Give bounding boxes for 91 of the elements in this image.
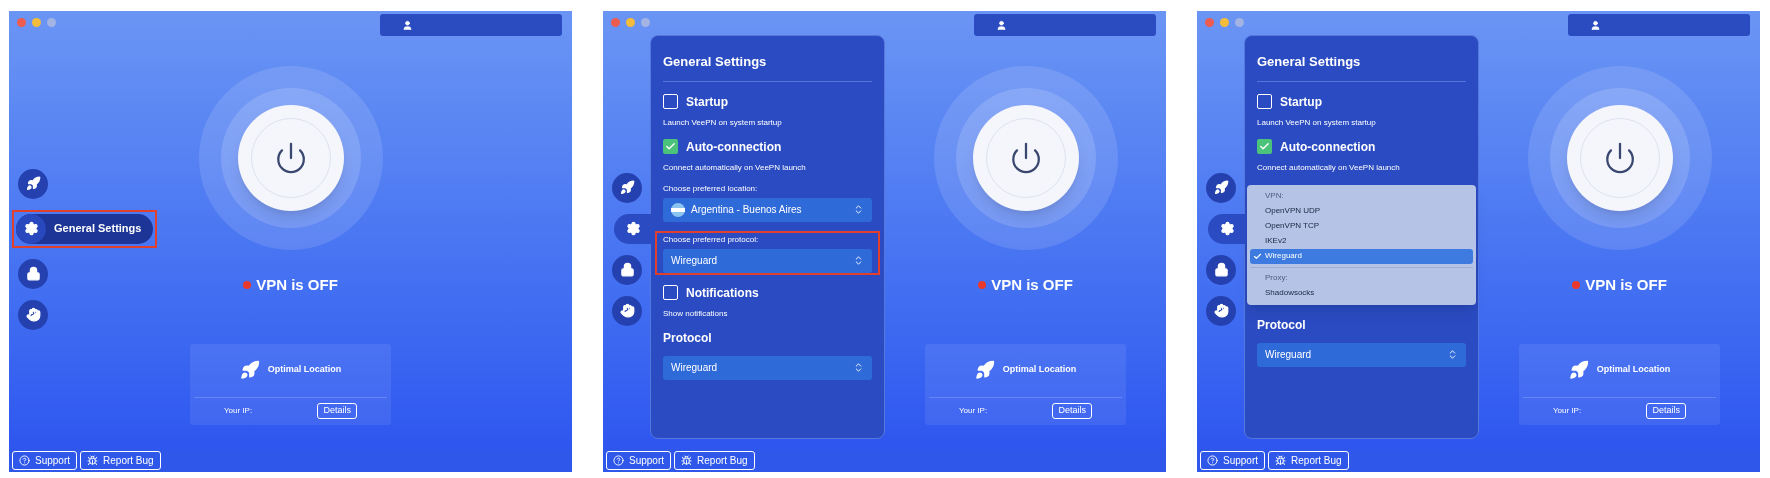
vpn-status: VPN is OFF: [256, 275, 338, 295]
chevron-icon: [1447, 349, 1458, 360]
rocket-icon: [239, 360, 260, 380]
details-button[interactable]: Details: [1052, 403, 1092, 419]
setting-description: Connect automatically on VeePN launch: [1257, 161, 1401, 174]
setting-description: Launch VeePN on system startup: [663, 116, 783, 129]
footer-button[interactable]: Support: [1200, 451, 1266, 470]
help-icon: [1207, 455, 1218, 466]
footer-button[interactable]: Report Bug: [674, 451, 755, 470]
user-icon: [402, 19, 413, 31]
chevron-icon: [853, 362, 864, 373]
vpn-status: VPN is OFF: [1585, 275, 1667, 295]
footer-button[interactable]: Report Bug: [1268, 451, 1349, 470]
flag-icon: [671, 202, 685, 217]
location-title: Optimal Location: [1596, 363, 1671, 377]
menu-group-header: VPN:: [1264, 190, 1285, 202]
menu-option[interactable]: IKEv2: [1250, 233, 1473, 249]
help-icon: [19, 455, 30, 466]
panel-title: General Settings: [1257, 53, 1362, 71]
setting-description: Show notifications: [663, 307, 729, 320]
sidebar-item[interactable]: [1208, 213, 1246, 244]
rocket-icon: [1568, 360, 1589, 380]
setting-description: Launch VeePN on system startup: [1257, 116, 1377, 129]
section-heading: Protocol: [1257, 316, 1307, 334]
select-field[interactable]: Wireguard: [663, 355, 872, 380]
sidebar-item[interactable]: [612, 295, 642, 326]
sidebar-item[interactable]: General Settings: [16, 213, 154, 244]
select-field[interactable]: Argentina - Buenos Aires: [663, 197, 872, 222]
vpn-status: VPN is OFF: [991, 275, 1073, 295]
sidebar-item[interactable]: [18, 299, 48, 330]
user-icon: [996, 19, 1007, 31]
sidebar-item[interactable]: [18, 258, 48, 289]
panel-title: General Settings: [663, 53, 768, 71]
check-icon: [665, 141, 676, 152]
menu-option[interactable]: OpenVPN TCP: [1250, 218, 1473, 234]
checkbox-label: Startup: [686, 93, 728, 111]
chevron-icon: [853, 255, 864, 266]
ip-label: Your IP:: [1553, 405, 1582, 417]
footer-button[interactable]: Report Bug: [80, 451, 161, 470]
check-icon: [1253, 251, 1262, 261]
user-icon: [1590, 19, 1601, 31]
section-heading: Protocol: [663, 329, 713, 347]
details-button[interactable]: Details: [1646, 403, 1686, 419]
select-field[interactable]: Wireguard: [663, 248, 872, 273]
rocket-icon: [1213, 180, 1229, 195]
location-title: Optimal Location: [1002, 363, 1077, 377]
sidebar-item[interactable]: [18, 168, 48, 199]
ip-label: Your IP:: [959, 405, 988, 417]
checkbox[interactable]: [1257, 139, 1272, 154]
check-icon: [1259, 141, 1270, 152]
select-field[interactable]: Wireguard: [1257, 342, 1466, 367]
lock-icon: [1213, 262, 1229, 277]
sidebar-item[interactable]: [1206, 295, 1236, 326]
settings-icon: [23, 221, 39, 236]
menu-option[interactable]: OpenVPN UDP: [1250, 203, 1473, 219]
lock-icon: [619, 262, 635, 277]
ip-label: Your IP:: [224, 405, 253, 417]
field-label: Choose preferred protocol:: [663, 233, 760, 246]
checkbox[interactable]: [1257, 94, 1272, 109]
sidebar-item[interactable]: [1206, 172, 1236, 203]
rocket-icon: [619, 180, 635, 195]
rocket-icon: [25, 176, 41, 191]
chevron-icon: [853, 204, 864, 215]
sidebar-item[interactable]: [614, 213, 652, 244]
help-icon: [613, 455, 624, 466]
setting-description: Connect automatically on VeePN launch: [663, 161, 807, 174]
checkbox-label: Auto-connection: [686, 138, 782, 156]
sidebar-item[interactable]: [1206, 254, 1236, 285]
footer-button[interactable]: Support: [606, 451, 672, 470]
sidebar-item[interactable]: [612, 172, 642, 203]
menu-option[interactable]: Wireguard: [1250, 248, 1473, 264]
bug-icon: [1275, 455, 1287, 466]
sidebar-item[interactable]: [612, 254, 642, 285]
lock-icon: [25, 266, 41, 281]
details-button[interactable]: Details: [317, 403, 357, 419]
bug-icon: [681, 455, 693, 466]
footer-button[interactable]: Support: [12, 451, 78, 470]
settings-icon: [1219, 221, 1235, 236]
checkbox[interactable]: [663, 285, 678, 300]
rocket-icon: [974, 360, 995, 380]
checkbox[interactable]: [663, 139, 678, 154]
menu-option[interactable]: Shadowsocks: [1250, 285, 1473, 301]
location-title: Optimal Location: [267, 363, 342, 377]
field-label: Choose preferred location:: [663, 182, 759, 195]
checkbox[interactable]: [663, 94, 678, 109]
checkbox-label: Startup: [1280, 93, 1322, 111]
bug-icon: [87, 455, 99, 466]
checkbox-label: Auto-connection: [1280, 138, 1376, 156]
settings-icon: [625, 221, 641, 236]
menu-group-header: Proxy:: [1264, 272, 1289, 284]
checkbox-label: Notifications: [686, 284, 759, 302]
